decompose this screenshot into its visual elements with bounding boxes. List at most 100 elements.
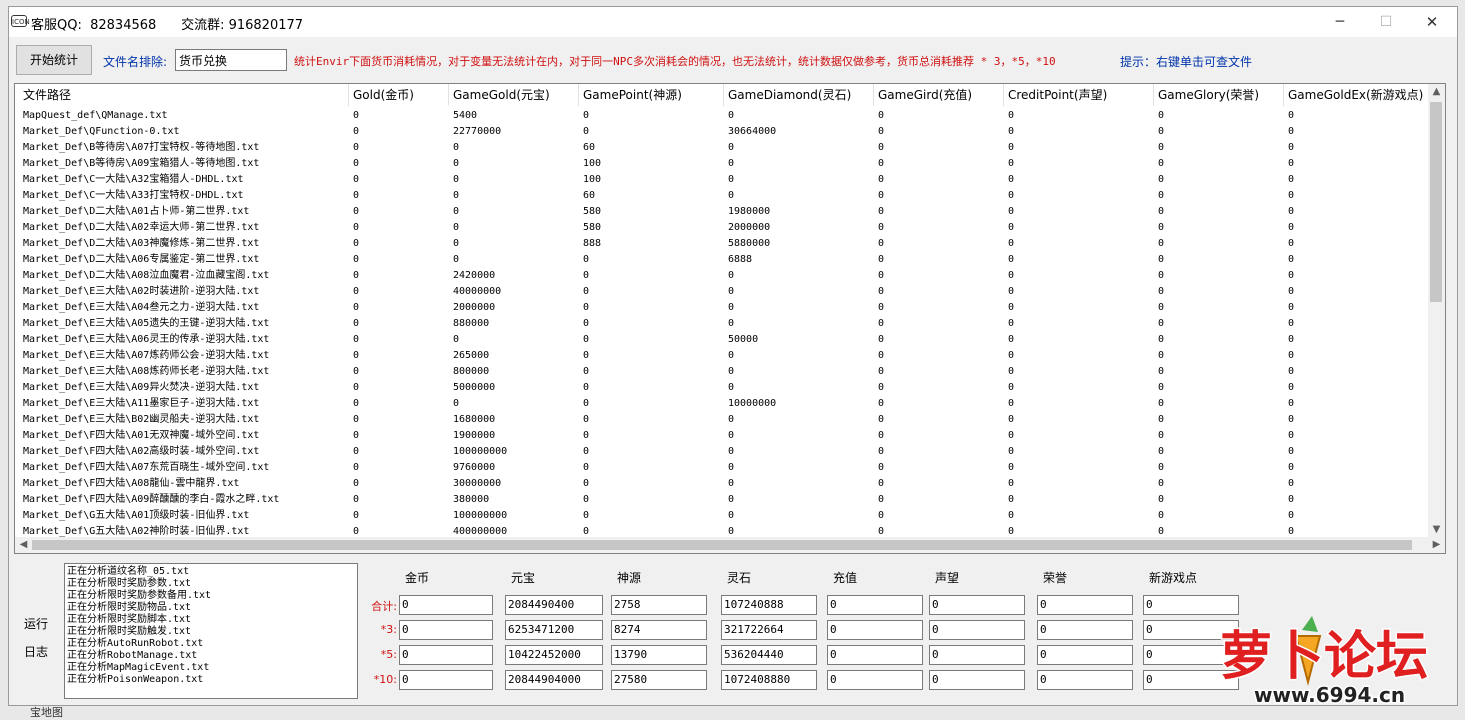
scroll-up-icon[interactable]: ▲ <box>1428 84 1445 100</box>
maximize-button[interactable]: ☐ <box>1363 7 1409 37</box>
summary-value-field[interactable]: 8274 <box>611 620 707 640</box>
stats-grid[interactable]: 文件路径 Gold(金币) GameGold(元宝) GamePoint(神源) Gam… <box>14 83 1446 554</box>
summary-value-field[interactable]: 0 <box>929 670 1025 690</box>
value-cell: 0 <box>1158 222 1165 233</box>
title-bar[interactable]: ICON 客服QQ: 82834568 交流群: 916820177 ─ ☐ ✕ <box>9 7 1457 37</box>
summary-value-field[interactable]: 0 <box>929 645 1025 665</box>
value-cell: 0 <box>1008 254 1015 265</box>
table-row[interactable]: MapQuest_def\QManage.txt 0 5400 0 0 0 0 0 0 <box>15 108 1430 124</box>
column-header[interactable]: GamePoint(神源) <box>579 84 724 106</box>
summary-value-field[interactable]: 0 <box>827 670 923 690</box>
summary-value-field[interactable]: 0 <box>399 595 493 615</box>
summary-value-field[interactable]: 20844904000 <box>505 670 603 690</box>
table-row[interactable]: Market_Def\D二大陆\A02幸运大师-第二世界.txt 0 0 580 200… <box>15 220 1430 236</box>
summary-value-field[interactable]: 13790 <box>611 645 707 665</box>
summary-value-field[interactable]: 0 <box>1037 620 1133 640</box>
value-cell: 0 <box>878 302 885 313</box>
table-row[interactable]: Market_Def\D二大陆\A03神魔修炼-第二世界.txt 0 0 888 588… <box>15 236 1430 252</box>
table-row[interactable]: Market_Def\C一大陆\A33打宝特权-DHDL.txt 0 0 60 0 0 0 0… <box>15 188 1430 204</box>
table-row[interactable]: Market_Def\E三大陆\A07炼药师公会-逆羽大陆.txt 0 265000… <box>15 348 1430 364</box>
table-row[interactable]: Market_Def\E三大陆\A08炼药师长老-逆羽大陆.txt 0 800000… <box>15 364 1430 380</box>
value-cell: 0 <box>728 382 735 393</box>
background-text: 宝地图 <box>30 706 63 719</box>
summary-value-field[interactable]: 536204440 <box>721 645 817 665</box>
value-cell: 0 <box>878 478 885 489</box>
table-row[interactable]: Market_Def\F四大陆\A08龍仙-雲中龍界.txt 0 30000000 0… <box>15 476 1430 492</box>
main-window: ICON 客服QQ: 82834568 交流群: 916820177 ─ ☐ ✕… <box>8 6 1458 706</box>
table-row[interactable]: Market_Def\B等待房\A07打宝特权-等待地图.txt 0 0 60 0 0 0 0… <box>15 140 1430 156</box>
vertical-scroll-thumb[interactable] <box>1430 102 1442 302</box>
grid-body[interactable]: MapQuest_def\QManage.txt 0 5400 0 0 0 0 0 0 Marke… <box>15 108 1430 538</box>
horizontal-scroll-thumb[interactable] <box>32 540 1412 550</box>
table-row[interactable]: Market_Def\E三大陆\A05遗失的王键-逆羽大陆.txt 0 880000… <box>15 316 1430 332</box>
summary-value-field[interactable]: 0 <box>929 620 1025 640</box>
table-row[interactable]: Market_Def\E三大陆\A04叁元之力-逆羽大陆.txt 0 2000000… <box>15 300 1430 316</box>
summary-value-field[interactable]: 0 <box>399 645 493 665</box>
value-cell: 40000000 <box>453 286 502 297</box>
summary-value-field[interactable]: 2084490400 <box>505 595 603 615</box>
start-count-button[interactable]: 开始统计 <box>16 45 92 75</box>
table-row[interactable]: Market_Def\D二大陆\A08泣血魔君-泣血藏宝阁.txt 0 242000… <box>15 268 1430 284</box>
value-cell: 0 <box>583 270 590 281</box>
value-cell: 0 <box>1158 158 1165 169</box>
file-path-cell: MapQuest_def\QManage.txt <box>23 110 168 121</box>
table-row[interactable]: Market_Def\E三大陆\A11墨家巨子-逆羽大陆.txt 0 0 0 10000… <box>15 396 1430 412</box>
summary-value-field[interactable]: 0 <box>1037 670 1133 690</box>
horizontal-scrollbar[interactable]: ◀ ▶ <box>15 537 1445 553</box>
table-row[interactable]: Market_Def\D二大陆\A01占卜师-第二世界.txt 0 0 580 1980… <box>15 204 1430 220</box>
table-row[interactable]: Market_Def\D二大陆\A06专属鉴定-第二世界.txt 0 0 0 6888 0… <box>15 252 1430 268</box>
table-row[interactable]: Market_Def\C一大陆\A32宝箱猎人-DHDL.txt 0 0 100 0 0 0… <box>15 172 1430 188</box>
table-row[interactable]: Market_Def\E三大陆\A06灵王的传承-逆羽大陆.txt 0 0 0 5000… <box>15 332 1430 348</box>
close-button[interactable]: ✕ <box>1409 7 1455 37</box>
file-path-cell: Market_Def\E三大陆\A08炼药师长老-逆羽大陆.txt <box>23 366 270 377</box>
vertical-scrollbar[interactable]: ▲ ▼ <box>1428 84 1445 538</box>
summary-value-field[interactable]: 10422452000 <box>505 645 603 665</box>
file-path-cell: Market_Def\G五大陆\A02神阶时装-旧仙界.txt <box>23 526 250 537</box>
table-row[interactable]: Market_Def\F四大陆\A01无双神魔-域外空间.txt 0 1900000… <box>15 428 1430 444</box>
summary-value-field[interactable]: 27580 <box>611 670 707 690</box>
table-row[interactable]: Market_Def\B等待房\A09宝箱猎人-等待地图.txt 0 0 100 0 0 0… <box>15 156 1430 172</box>
column-header[interactable]: CreditPoint(声望) <box>1004 84 1154 106</box>
summary-value-field[interactable]: 2758 <box>611 595 707 615</box>
summary-value-field[interactable]: 1072408880 <box>721 670 817 690</box>
summary-value-field[interactable]: 0 <box>827 595 923 615</box>
summary-value-field[interactable]: 321722664 <box>721 620 817 640</box>
column-header[interactable]: Gold(金币) <box>349 84 449 106</box>
toolbar: 开始统计 文件名排除: 统计Envir下面货币消耗情况，对于变量无法统计在内，对… <box>9 37 1457 81</box>
summary-value-field[interactable]: 6253471200 <box>505 620 603 640</box>
value-cell: 0 <box>1288 382 1295 393</box>
summary-value-field[interactable]: 0 <box>1037 595 1133 615</box>
table-row[interactable]: Market_Def\G五大陆\A01顶级时装-旧仙界.txt 0 10000000… <box>15 508 1430 524</box>
table-row[interactable]: Market_Def\F四大陆\A07东荒百晓生-域外空间.txt 0 976000… <box>15 460 1430 476</box>
column-header[interactable]: 文件路径 <box>19 84 349 106</box>
summary-value-field[interactable]: 0 <box>929 595 1025 615</box>
summary-value-field[interactable]: 0 <box>399 620 493 640</box>
table-row[interactable]: Market_Def\E三大陆\B02幽灵船夫-逆羽大陆.txt 0 1680000… <box>15 412 1430 428</box>
table-row[interactable]: Market_Def\QFunction-0.txt 0 22770000 0 3066… <box>15 124 1430 140</box>
table-row[interactable]: Market_Def\E三大陆\A09异火焚决-逆羽大陆.txt 0 5000000… <box>15 380 1430 396</box>
summary-value-field[interactable]: 107240888 <box>721 595 817 615</box>
scroll-right-icon[interactable]: ▶ <box>1428 537 1445 553</box>
column-header[interactable]: GameGird(充值) <box>874 84 1004 106</box>
run-log-box[interactable]: 正在分析道纹名称_05.txt 正在分析限时奖励参数.txt 正在分析限时奖励参数备… <box>64 563 358 699</box>
table-row[interactable]: Market_Def\G五大陆\A02神阶时装-旧仙界.txt 0 40000000… <box>15 524 1430 538</box>
value-cell: 0 <box>353 238 360 249</box>
log-line: 正在分析限时奖励物品.txt <box>67 602 192 613</box>
value-cell: 0 <box>1288 350 1295 361</box>
column-header[interactable]: GameGoldEx(新游戏点) <box>1284 84 1430 106</box>
value-cell: 0 <box>353 190 360 201</box>
column-header[interactable]: GameDiamond(灵石) <box>724 84 874 106</box>
exclude-input[interactable] <box>175 49 287 71</box>
summary-value-field[interactable]: 0 <box>1037 645 1133 665</box>
summary-value-field[interactable]: 0 <box>827 620 923 640</box>
column-header[interactable]: GameGold(元宝) <box>449 84 579 106</box>
summary-value-field[interactable]: 0 <box>827 645 923 665</box>
column-header[interactable]: GameGlory(荣誉) <box>1154 84 1284 106</box>
table-row[interactable]: Market_Def\F四大陆\A09醉醺醺的李白-霞水之畔.txt 0 38000… <box>15 492 1430 508</box>
scroll-left-icon[interactable]: ◀ <box>15 537 32 553</box>
table-row[interactable]: Market_Def\E三大陆\A02时装进阶-逆羽大陆.txt 0 4000000… <box>15 284 1430 300</box>
scroll-down-icon[interactable]: ▼ <box>1428 522 1445 538</box>
minimize-button[interactable]: ─ <box>1317 7 1363 37</box>
summary-value-field[interactable]: 0 <box>399 670 493 690</box>
table-row[interactable]: Market_Def\F四大陆\A02高级时装-域外空间.txt 0 1000000… <box>15 444 1430 460</box>
